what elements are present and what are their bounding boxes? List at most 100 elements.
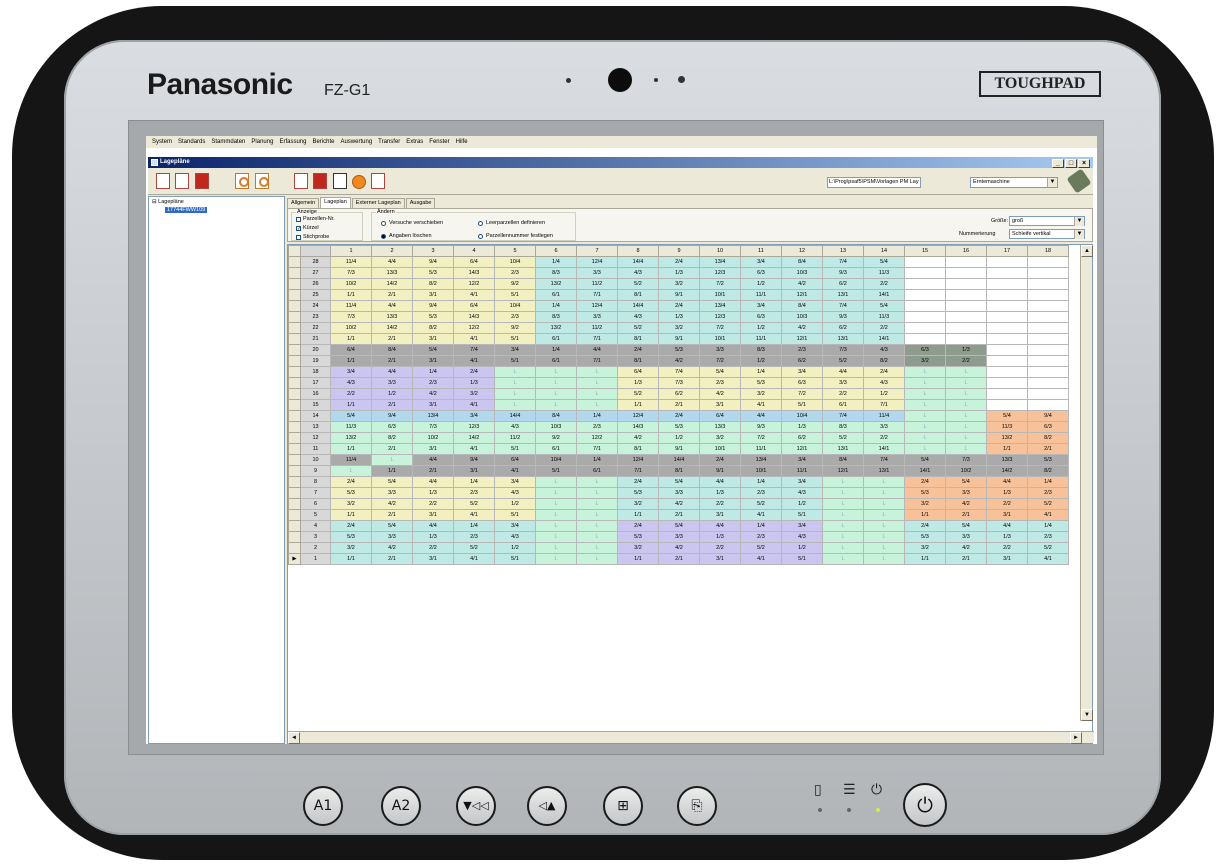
grid-cell[interactable] bbox=[986, 278, 1028, 290]
grid-cell[interactable]: 5/4 bbox=[863, 300, 905, 312]
grid-cell[interactable]: 3/3 bbox=[822, 377, 864, 389]
grid-cell[interactable]: 11/3 bbox=[986, 421, 1028, 433]
grid-cell[interactable]: 7/2 bbox=[699, 322, 741, 334]
grid-cell[interactable]: 2/3 bbox=[576, 421, 618, 433]
grid-cell[interactable]: 10/2 bbox=[330, 278, 372, 290]
grid-cell[interactable]: 8/1 bbox=[617, 289, 659, 301]
grid-cell[interactable]: 13/4 bbox=[699, 300, 741, 312]
grid-cell[interactable]: 1/2 bbox=[494, 542, 536, 554]
grid-cell[interactable]: L bbox=[576, 487, 618, 499]
grid-cell[interactable]: 4/3 bbox=[863, 377, 905, 389]
grid-cell[interactable]: L bbox=[535, 388, 577, 400]
grid-cell[interactable]: 5/2 bbox=[1027, 498, 1069, 510]
grid-cell[interactable] bbox=[904, 333, 946, 345]
grid-cell[interactable]: 3/3 bbox=[658, 531, 700, 543]
grid-cell[interactable]: 2/4 bbox=[699, 454, 741, 466]
grid-cell[interactable]: 1/4 bbox=[740, 476, 782, 488]
grid-cell[interactable]: 6/3 bbox=[781, 377, 823, 389]
report-icon[interactable] bbox=[371, 173, 385, 189]
grid-cell[interactable]: 13/2 bbox=[986, 432, 1028, 444]
grid-cell[interactable]: 3/4 bbox=[781, 520, 823, 532]
grid-cell[interactable]: 7/4 bbox=[453, 344, 495, 356]
grid-cell[interactable]: 5/1 bbox=[494, 333, 536, 345]
checkbox-parzellen-nr[interactable]: Parzellen-Nr. bbox=[296, 216, 335, 222]
grid-cell[interactable]: 13/4 bbox=[699, 256, 741, 268]
row-indicator[interactable] bbox=[288, 256, 301, 268]
grid-cell[interactable]: 2/1 bbox=[371, 355, 413, 367]
grid-cell[interactable]: L bbox=[945, 443, 987, 455]
grid-cell[interactable]: L bbox=[863, 498, 905, 510]
grid-cell[interactable]: 7/3 bbox=[822, 344, 864, 356]
grid-cell[interactable] bbox=[904, 278, 946, 290]
grid-cell[interactable]: L bbox=[945, 410, 987, 422]
grid-cell[interactable]: 3/1 bbox=[412, 509, 454, 521]
grid-cell[interactable]: 11/2 bbox=[494, 432, 536, 444]
grid-cell[interactable]: 2/1 bbox=[945, 509, 987, 521]
grid-cell[interactable]: L bbox=[945, 366, 987, 378]
grid-cell[interactable]: L bbox=[822, 531, 864, 543]
grid-cell[interactable]: 4/1 bbox=[453, 399, 495, 411]
grid-cell[interactable]: 4/4 bbox=[740, 410, 782, 422]
grid-cell[interactable]: 11/1 bbox=[740, 443, 782, 455]
maximize-button[interactable]: □ bbox=[1065, 159, 1077, 168]
grid-cell[interactable]: 5/1 bbox=[494, 509, 536, 521]
column-header[interactable]: 7 bbox=[576, 245, 618, 257]
grid-cell[interactable]: 7/1 bbox=[576, 289, 618, 301]
grid-cell[interactable]: 5/4 bbox=[986, 410, 1028, 422]
grid-cell[interactable]: 2/2 bbox=[412, 498, 454, 510]
grid-cell[interactable]: L bbox=[863, 509, 905, 521]
grid-cell[interactable]: 14/1 bbox=[863, 333, 905, 345]
power-button[interactable]: ⏻ bbox=[903, 783, 947, 827]
row-header[interactable]: 8 bbox=[300, 476, 331, 488]
grid-cell[interactable]: 3/2 bbox=[453, 388, 495, 400]
grid-cell[interactable]: 8/1 bbox=[617, 443, 659, 455]
grid-cell[interactable]: 10/3 bbox=[781, 311, 823, 323]
grid-cell[interactable]: 6/4 bbox=[494, 454, 536, 466]
grid-cell[interactable]: 13/4 bbox=[740, 454, 782, 466]
grid-cell[interactable]: 2/4 bbox=[617, 344, 659, 356]
grid-cell[interactable]: 12/2 bbox=[453, 322, 495, 334]
grid-cell[interactable]: 1/3 bbox=[699, 487, 741, 499]
grid-cell[interactable]: 13/2 bbox=[535, 278, 577, 290]
grid-cell[interactable]: 14/1 bbox=[863, 289, 905, 301]
grid-cell[interactable] bbox=[945, 300, 987, 312]
grid-cell[interactable]: 1/1 bbox=[617, 553, 659, 565]
grid-cell[interactable] bbox=[904, 322, 946, 334]
grid-cell[interactable]: 9/4 bbox=[453, 454, 495, 466]
row-indicator[interactable] bbox=[288, 520, 301, 532]
grid-cell[interactable]: 4/2 bbox=[781, 278, 823, 290]
grid-cell[interactable] bbox=[986, 377, 1028, 389]
grid-cell[interactable]: 11/1 bbox=[740, 333, 782, 345]
grid-cell[interactable]: 1/4 bbox=[740, 520, 782, 532]
scroll-left-icon[interactable]: ◄ bbox=[288, 732, 300, 744]
grid-cell[interactable]: 4/3 bbox=[781, 487, 823, 499]
row-indicator[interactable] bbox=[288, 377, 301, 389]
grid-cell[interactable]: 13/3 bbox=[986, 454, 1028, 466]
row-header[interactable]: 12 bbox=[300, 432, 331, 444]
grid-cell[interactable]: 2/2 bbox=[699, 542, 741, 554]
grid-cell[interactable]: 3/4 bbox=[740, 300, 782, 312]
grid-cell[interactable]: 4/2 bbox=[945, 498, 987, 510]
grid-cell[interactable]: 4/1 bbox=[453, 355, 495, 367]
row-indicator[interactable] bbox=[288, 465, 301, 477]
grid-cell[interactable]: 1/1 bbox=[617, 399, 659, 411]
chevron-down-icon[interactable]: ▼ bbox=[1074, 217, 1084, 226]
grid-cell[interactable]: 4/2 bbox=[412, 388, 454, 400]
volume-down-button[interactable]: ▼◁◁ bbox=[456, 786, 496, 826]
row-header[interactable]: 3 bbox=[300, 531, 331, 543]
grid-cell[interactable]: 14/4 bbox=[617, 256, 659, 268]
checkbox-stichprobe[interactable]: Stichprobe bbox=[296, 234, 329, 240]
grid-cell[interactable]: 11/4 bbox=[330, 300, 372, 312]
grid-cell[interactable]: 2/1 bbox=[371, 553, 413, 565]
tab-ausgabe[interactable]: Ausgabe bbox=[405, 198, 436, 208]
grid-cell[interactable] bbox=[945, 278, 987, 290]
grid-cell[interactable]: L bbox=[494, 377, 536, 389]
grid-cell[interactable]: 9/3 bbox=[822, 311, 864, 323]
grid-cell[interactable]: 7/3 bbox=[945, 454, 987, 466]
grid-cell[interactable]: 9/4 bbox=[1027, 410, 1069, 422]
grid-cell[interactable]: 3/4 bbox=[494, 520, 536, 532]
grid-cell[interactable]: 1/2 bbox=[740, 355, 782, 367]
grid-cell[interactable]: 5/4 bbox=[658, 520, 700, 532]
menu-item-berichte[interactable]: Berichte bbox=[312, 139, 334, 145]
grid-cell[interactable]: 1/2 bbox=[740, 278, 782, 290]
